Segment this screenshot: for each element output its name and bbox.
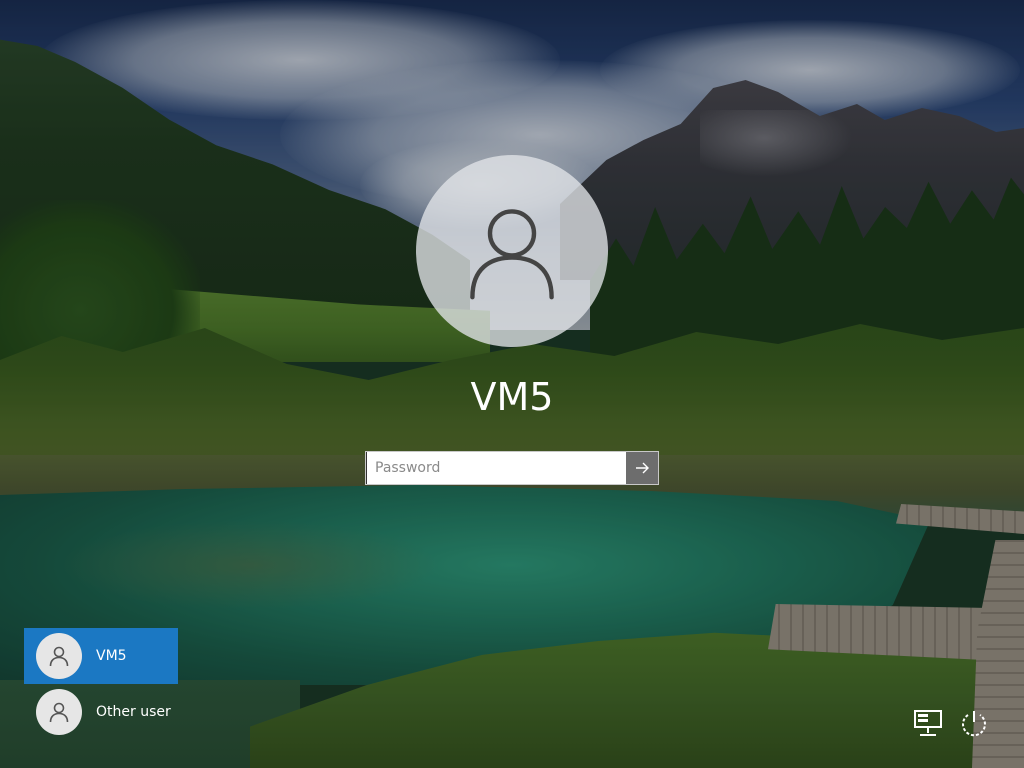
submit-button[interactable]	[626, 452, 658, 484]
password-input[interactable]	[366, 452, 626, 484]
power-button[interactable]	[956, 706, 992, 740]
network-button[interactable]	[910, 706, 946, 740]
user-avatar	[36, 689, 82, 735]
lock-screen: VM5 VM5 Other user	[0, 0, 1024, 768]
user-icon	[49, 646, 69, 667]
user-list: VM5 Other user	[24, 628, 178, 740]
user-icon	[470, 209, 554, 300]
arrow-right-icon	[636, 462, 649, 474]
selected-user-name: VM5	[470, 375, 554, 419]
user-item-other-user[interactable]: Other user	[24, 684, 178, 740]
user-avatar	[36, 633, 82, 679]
user-icon	[49, 702, 69, 723]
user-item-label: VM5	[96, 648, 127, 664]
user-item-vm5[interactable]: VM5	[24, 628, 178, 684]
password-field-container	[365, 451, 659, 485]
power-icon	[962, 711, 986, 737]
user-avatar-large	[416, 155, 608, 347]
user-item-label: Other user	[96, 704, 171, 720]
network-icon	[914, 710, 942, 736]
